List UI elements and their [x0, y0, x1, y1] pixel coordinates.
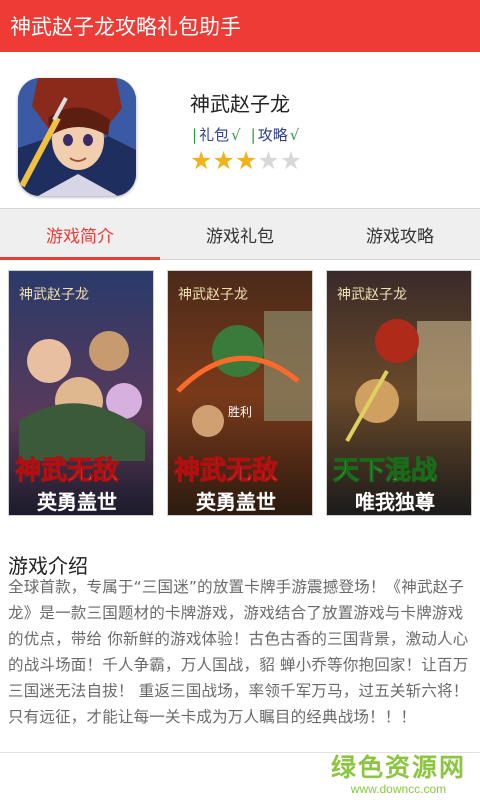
star-empty-icon: ★	[257, 146, 280, 175]
app-title: 神武赵子龙攻略礼包助手	[10, 15, 241, 39]
tag-guide: | 攻略 √	[250, 126, 300, 144]
tag-gift: | 礼包 √	[192, 126, 241, 144]
screenshot-3-line1: 天下混战	[333, 456, 437, 486]
tab-game-intro[interactable]: 游戏简介	[0, 209, 160, 260]
top-bar: 神武赵子龙攻略礼包助手	[0, 0, 480, 52]
tab-bar: 游戏简介 游戏礼包 游戏攻略	[0, 208, 480, 260]
game-icon	[18, 78, 136, 196]
tag-list: | 礼包 √ | 攻略 √	[192, 124, 299, 145]
game-name: 神武赵子龙	[190, 92, 290, 116]
screenshot-1[interactable]: 神武赵子龙 神武无敌 英勇盖世	[8, 270, 154, 516]
watermark-url: www.downcc.com	[350, 782, 447, 796]
screenshot-3[interactable]: 神武赵子龙 天下混战 唯我独尊	[326, 270, 472, 516]
screenshot-3-line2: 唯我独尊	[355, 490, 435, 514]
star-filled-icon: ★	[234, 146, 258, 175]
watermark-name: 绿色资源网	[330, 753, 466, 782]
screenshot-3-logo: 神武赵子龙	[337, 287, 407, 303]
screenshot-2-line2: 英勇盖世	[196, 490, 276, 514]
rating-stars: ★ ★ ★ ★ ★	[190, 148, 302, 173]
screenshot-2-logo: 神武赵子龙	[178, 287, 248, 303]
star-filled-icon: ★	[212, 146, 235, 175]
screenshot-2-line1: 神武无敌	[174, 456, 278, 486]
star-empty-icon: ★	[279, 146, 303, 175]
screenshot-2[interactable]: 胜利 神武赵子龙 神武无敌 英勇盖世	[167, 270, 313, 516]
intro-body: 全球首款，专属于“三国迷”的放置卡牌手游震撼登场！《神武赵子龙》是一款三国题材的…	[8, 578, 469, 726]
tab-game-guide[interactable]: 游戏攻略	[320, 209, 480, 259]
site-watermark: 绿色资源网 www.downcc.com	[331, 748, 466, 796]
screenshot-gallery: 神武赵子龙 神武无敌 英勇盖世 胜利 神武赵子龙 神武无敌 英勇盖世 神武赵子龙…	[0, 270, 480, 520]
screenshot-1-logo: 神武赵子龙	[19, 287, 89, 303]
star-filled-icon: ★	[190, 146, 213, 175]
app-header: 神武赵子龙 | 礼包 √ | 攻略 √ ★ ★ ★ ★ ★	[0, 52, 480, 208]
screenshot-1-line2: 英勇盖世	[37, 490, 117, 514]
screenshot-2-victory: 胜利	[228, 404, 252, 419]
screenshot-1-line1: 神武无敌	[15, 456, 119, 486]
tab-game-gift[interactable]: 游戏礼包	[160, 209, 320, 259]
